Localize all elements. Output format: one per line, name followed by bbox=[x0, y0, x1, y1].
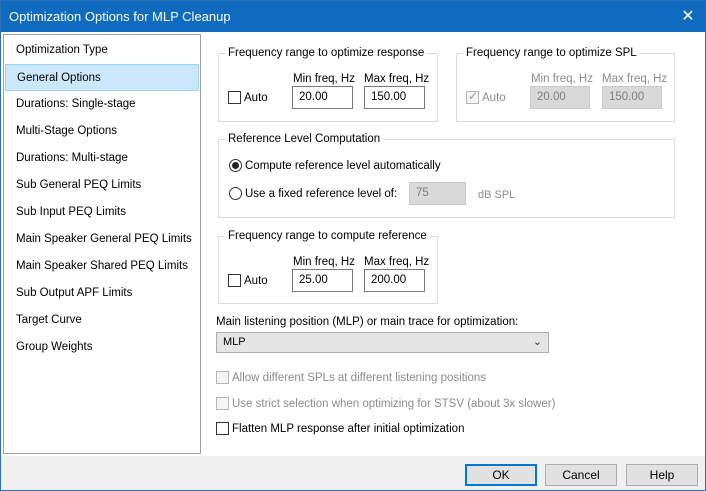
mlp-dropdown[interactable]: MLP ⌄ bbox=[216, 332, 549, 353]
freq-response-auto-checkbox[interactable] bbox=[228, 91, 241, 104]
nav-item-general-options[interactable]: General Options bbox=[5, 64, 199, 91]
freq-spl-min-input[interactable]: 20.00 bbox=[530, 86, 590, 109]
freq-spl-max-label: Max freq, Hz bbox=[602, 73, 668, 85]
freq-response-min-input[interactable]: 20.00 bbox=[292, 86, 353, 109]
freq-spl-min-label: Min freq, Hz bbox=[531, 73, 593, 85]
freq-spl-max-input[interactable]: 150.00 bbox=[602, 86, 662, 109]
close-icon[interactable]: ✕ bbox=[671, 1, 705, 32]
ref-level-auto-radio[interactable] bbox=[229, 159, 242, 172]
ref-level-auto-label[interactable]: Compute reference level automatically bbox=[245, 159, 441, 173]
options-nav-list: Optimization Type General Options Durati… bbox=[3, 34, 201, 454]
nav-item-main-speaker-general-peq-limits[interactable]: Main Speaker General PEQ Limits bbox=[5, 226, 199, 253]
nav-item-multi-stage-options[interactable]: Multi-Stage Options bbox=[5, 118, 199, 145]
group-freq-reference: Frequency range to compute reference Aut… bbox=[218, 229, 438, 304]
group-reference-level: Reference Level Computation Compute refe… bbox=[218, 132, 675, 218]
group-freq-spl: Frequency range to optimize SPL Auto Min… bbox=[456, 46, 675, 122]
mlp-dropdown-value: MLP bbox=[223, 336, 246, 348]
chevron-down-icon: ⌄ bbox=[532, 336, 542, 348]
ref-level-fixed-radio[interactable] bbox=[229, 187, 242, 200]
nav-item-main-speaker-shared-peq-limits[interactable]: Main Speaker Shared PEQ Limits bbox=[5, 253, 199, 280]
freq-spl-auto-label[interactable]: Auto bbox=[482, 91, 506, 105]
group-freq-response-title: Frequency range to optimize response bbox=[225, 46, 428, 60]
allow-spl-label[interactable]: Allow different SPLs at different listen… bbox=[232, 371, 486, 385]
freq-spl-auto-checkbox[interactable] bbox=[466, 89, 479, 104]
nav-item-target-curve[interactable]: Target Curve bbox=[5, 307, 199, 334]
nav-item-durations-multi-stage[interactable]: Durations: Multi-stage bbox=[5, 145, 199, 172]
dialog-window: Optimization Options for MLP Cleanup ✕ O… bbox=[0, 0, 706, 491]
strict-selection-label[interactable]: Use strict selection when optimizing for… bbox=[232, 397, 555, 411]
freq-ref-min-label: Min freq, Hz bbox=[293, 256, 355, 268]
window-title: Optimization Options for MLP Cleanup bbox=[9, 9, 231, 24]
freq-response-auto-label[interactable]: Auto bbox=[244, 91, 268, 105]
freq-response-min-label: Min freq, Hz bbox=[293, 73, 355, 85]
flatten-mlp-label[interactable]: Flatten MLP response after initial optim… bbox=[232, 422, 464, 436]
group-freq-reference-title: Frequency range to compute reference bbox=[225, 229, 430, 243]
cancel-button[interactable]: Cancel bbox=[545, 464, 617, 486]
help-button[interactable]: Help bbox=[626, 464, 698, 486]
flatten-mlp-checkbox[interactable] bbox=[216, 422, 229, 435]
group-freq-response: Frequency range to optimize response Aut… bbox=[218, 46, 438, 122]
freq-response-max-label: Max freq, Hz bbox=[364, 73, 430, 85]
ref-level-unit-label: dB SPL bbox=[478, 189, 516, 201]
group-freq-spl-title: Frequency range to optimize SPL bbox=[463, 46, 640, 60]
nav-item-group-weights[interactable]: Group Weights bbox=[5, 334, 199, 361]
freq-ref-max-input[interactable]: 200.00 bbox=[364, 269, 425, 292]
nav-item-optimization-type[interactable]: Optimization Type bbox=[5, 37, 199, 64]
ref-level-fixed-label[interactable]: Use a fixed reference level of: bbox=[245, 187, 397, 201]
nav-item-durations-single-stage[interactable]: Durations: Single-stage bbox=[5, 91, 199, 118]
ok-button[interactable]: OK bbox=[465, 464, 537, 486]
freq-ref-auto-label[interactable]: Auto bbox=[244, 274, 268, 288]
nav-item-sub-general-peq-limits[interactable]: Sub General PEQ Limits bbox=[5, 172, 199, 199]
group-reference-level-title: Reference Level Computation bbox=[225, 132, 384, 146]
allow-spl-checkbox[interactable] bbox=[216, 371, 229, 384]
title-bar[interactable]: Optimization Options for MLP Cleanup ✕ bbox=[1, 1, 705, 32]
strict-selection-checkbox[interactable] bbox=[216, 397, 229, 410]
dialog-footer: OK Cancel Help bbox=[1, 456, 705, 490]
ref-level-fixed-input[interactable]: 75 bbox=[409, 182, 466, 205]
nav-item-sub-output-apf-limits[interactable]: Sub Output APF Limits bbox=[5, 280, 199, 307]
freq-ref-max-label: Max freq, Hz bbox=[364, 256, 430, 268]
dialog-content: Optimization Type General Options Durati… bbox=[1, 32, 705, 456]
mlp-label: Main listening position (MLP) or main tr… bbox=[216, 316, 519, 328]
freq-response-max-input[interactable]: 150.00 bbox=[364, 86, 425, 109]
freq-ref-min-input[interactable]: 25.00 bbox=[292, 269, 353, 292]
nav-item-sub-input-peq-limits[interactable]: Sub Input PEQ Limits bbox=[5, 199, 199, 226]
freq-ref-auto-checkbox[interactable] bbox=[228, 274, 241, 287]
